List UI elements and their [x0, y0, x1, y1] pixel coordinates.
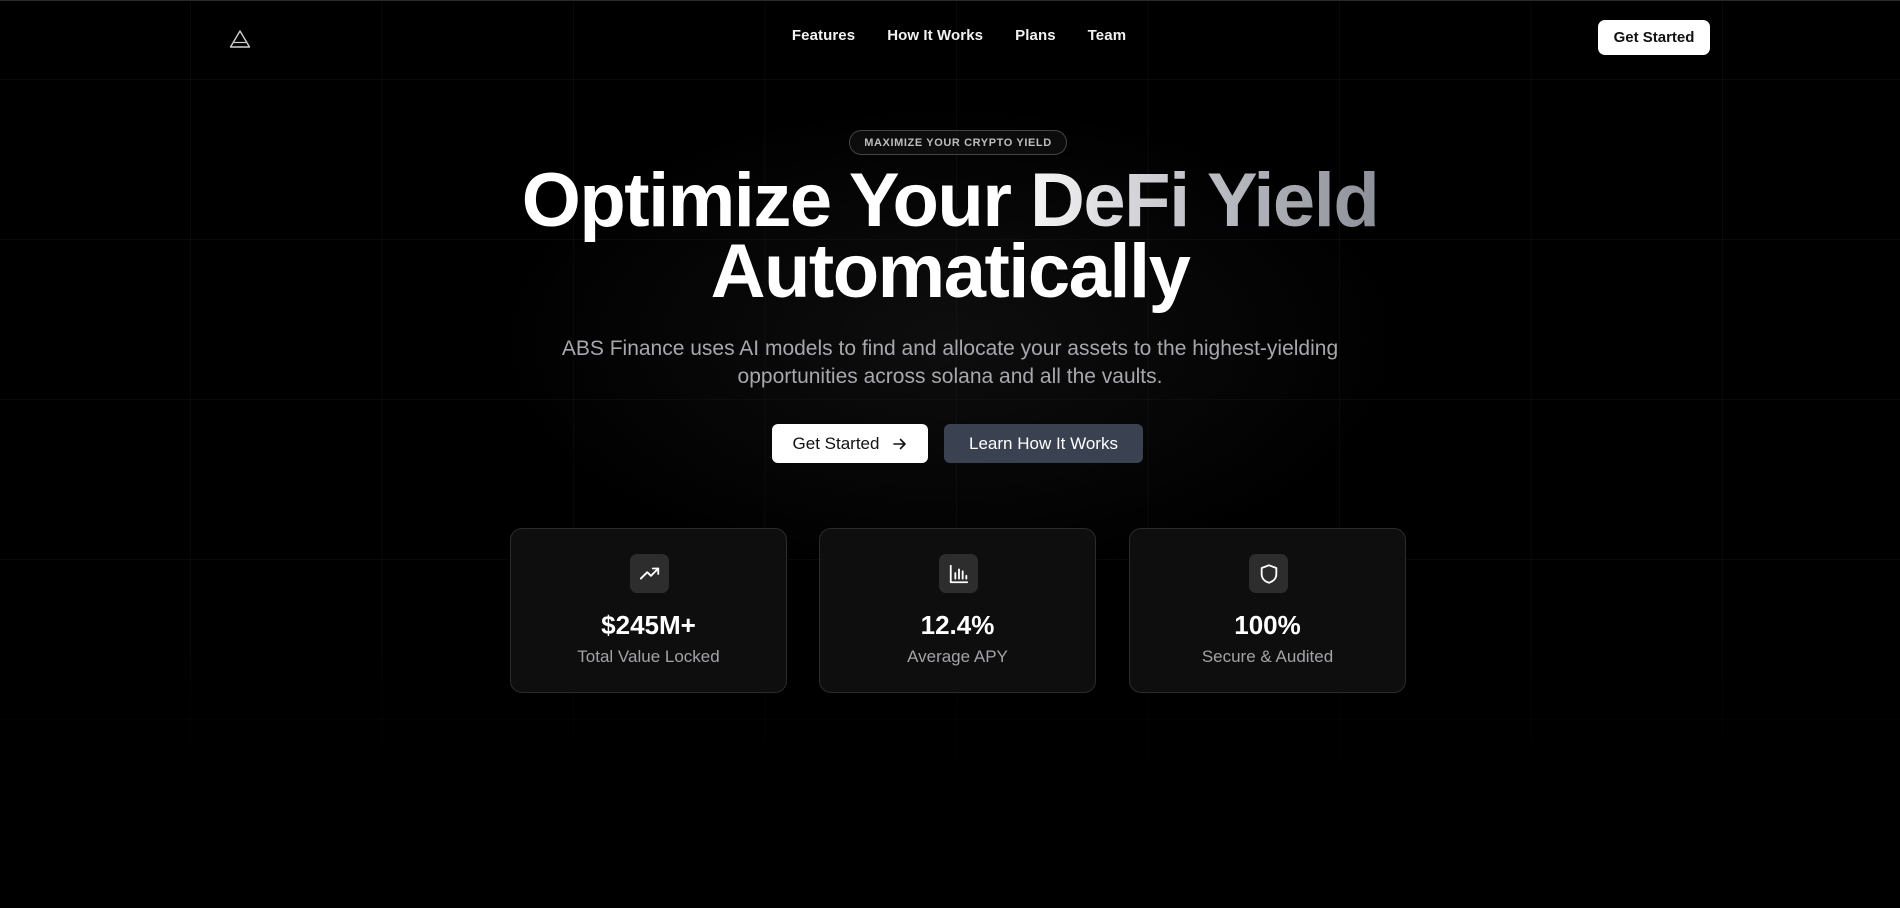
nav-link-how-it-works[interactable]: How It Works — [887, 27, 983, 44]
nav-link-features[interactable]: Features — [792, 27, 855, 44]
headline-line-2: Automatically — [710, 229, 1191, 314]
shield-icon — [1249, 554, 1288, 593]
stat-value: $245M+ — [601, 610, 696, 640]
learn-how-it-works-button[interactable]: Learn How It Works — [944, 424, 1143, 463]
hero-get-started-label: Get Started — [792, 433, 880, 453]
stat-card-security: 100% Secure & Audited — [1129, 528, 1406, 693]
headline-line-1: Optimize Your DeFi Yield — [0, 163, 1900, 239]
arrow-right-icon — [893, 438, 907, 449]
stat-label: Average APY — [907, 647, 1008, 666]
hero-get-started-button[interactable]: Get Started — [772, 424, 928, 463]
bar-chart-icon — [939, 554, 978, 593]
nav-link-team[interactable]: Team — [1088, 27, 1126, 44]
landing-page: Features How It Works Plans Team Get Sta… — [0, 0, 1900, 908]
hero-subtitle: ABS Finance uses AI models to find and a… — [561, 337, 1339, 388]
trending-up-icon — [630, 554, 669, 593]
stat-value: 12.4% — [920, 610, 995, 640]
nav-link-plans[interactable]: Plans — [1015, 27, 1056, 44]
stat-label: Total Value Locked — [577, 647, 720, 666]
stat-card-tvl: $245M+ Total Value Locked — [510, 528, 787, 693]
stat-label: Secure & Audited — [1201, 647, 1334, 666]
hero-headline: Optimize Your DeFi Yield Automatically — [0, 163, 1900, 314]
hero-badge: MAXIMIZE YOUR CRYPTO YIELD — [849, 130, 1067, 155]
stat-value: 100% — [1234, 610, 1301, 640]
nav-get-started-button[interactable]: Get Started — [1598, 20, 1710, 55]
stat-card-apy: 12.4% Average APY — [819, 528, 1096, 693]
